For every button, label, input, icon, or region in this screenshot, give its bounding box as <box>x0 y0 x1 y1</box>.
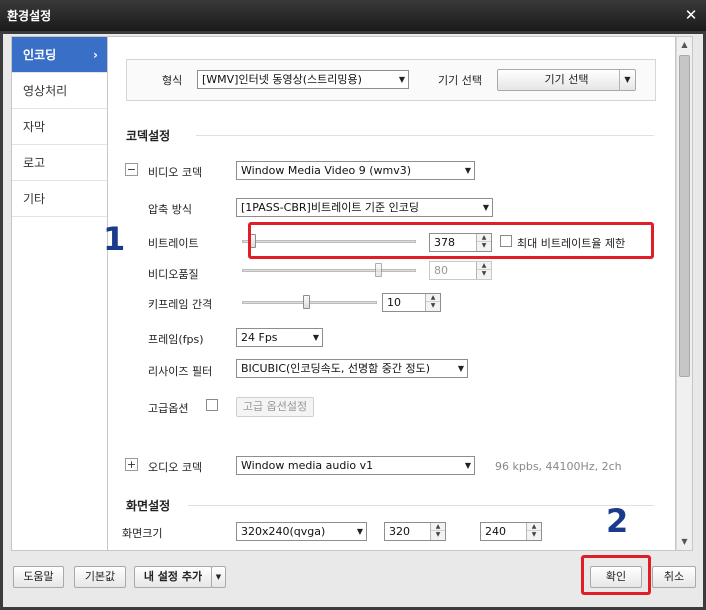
add-my-setting-button[interactable]: 내 설정 추가 <box>134 566 212 588</box>
divider <box>188 505 654 506</box>
divider <box>196 135 654 136</box>
compression-label: 압축 방식 <box>148 203 192 216</box>
help-button[interactable]: 도움말 <box>13 566 64 588</box>
video-codec-select[interactable]: Window Media Video 9 (wmv3) ▼ <box>236 161 475 180</box>
bitrate-label: 비트레이트 <box>148 237 199 250</box>
framerate-select[interactable]: 24 Fps ▼ <box>236 328 323 347</box>
sidebar-item-label: 기타 <box>23 192 46 206</box>
default-button[interactable]: 기본값 <box>74 566 126 588</box>
sidebar-item-label: 영상처리 <box>23 84 68 98</box>
screen-height-value: 240 <box>485 525 506 538</box>
video-codec-value: Window Media Video 9 (wmv3) <box>241 164 412 177</box>
advanced-options-button[interactable]: 고급 옵션설정 <box>236 397 314 417</box>
spin-up-icon[interactable]: ▲ <box>426 294 440 302</box>
audio-codec-label: 오디오 코덱 <box>148 461 203 474</box>
sidebar-item-label: 로고 <box>23 156 46 170</box>
audio-codec-value: Window media audio v1 <box>241 459 374 472</box>
screen-height-spinner[interactable]: 240 ▲ ▼ <box>480 522 542 541</box>
format-value: [WMV]인터넷 동영상(스트리밍용) <box>202 73 362 86</box>
chevron-down-icon: ▼ <box>464 461 471 470</box>
spin-down-icon[interactable]: ▼ <box>431 531 445 539</box>
sidebar-item-label: 자막 <box>23 120 46 134</box>
sidebar-item-subtitles[interactable]: 자막 <box>12 109 107 145</box>
advanced-options-checkbox[interactable] <box>206 399 218 411</box>
device-select-button[interactable]: 기기 선택 <box>497 69 636 91</box>
screen-size-value: 320x240(qvga) <box>241 525 326 538</box>
resize-filter-label: 리사이즈 필터 <box>148 365 213 378</box>
chevron-down-icon: ▼ <box>312 333 319 342</box>
title-bar: 환경설정 ✕ <box>0 0 706 31</box>
compression-select[interactable]: [1PASS-CBR]비트레이트 기준 인코딩 ▼ <box>236 198 493 217</box>
chevron-down-icon: ▼ <box>464 166 471 175</box>
chevron-down-icon: ▼ <box>457 364 464 373</box>
scroll-up-icon[interactable]: ▲ <box>677 37 692 53</box>
add-my-setting-label: 내 설정 추가 <box>143 570 203 583</box>
screen-width-value: 320 <box>389 525 410 538</box>
audio-codec-select[interactable]: Window media audio v1 ▼ <box>236 456 475 475</box>
keyframe-label: 키프레임 간격 <box>148 298 213 311</box>
device-button-label: 기기 선택 <box>544 73 589 86</box>
chevron-down-icon[interactable]: ▼ <box>211 566 226 588</box>
chevron-right-icon: › <box>93 48 98 62</box>
quality-value: 80 <box>434 264 448 277</box>
sidebar-item-etc[interactable]: 기타 <box>12 181 107 217</box>
keyframe-slider-thumb[interactable] <box>303 295 310 309</box>
help-button-label: 도움말 <box>23 570 54 583</box>
advanced-options-label: 고급옵션 <box>148 402 189 415</box>
screen-section-title: 화면설정 <box>126 499 171 513</box>
resize-filter-value: BICUBIC(인코딩속도, 선명함 중간 정도) <box>241 362 431 375</box>
bitrate-highlight-box <box>248 222 654 259</box>
video-codec-label: 비디오 코덱 <box>148 166 203 179</box>
chevron-down-icon[interactable]: ▼ <box>619 70 635 90</box>
sidebar-item-encoding[interactable]: 인코딩 › <box>12 37 107 73</box>
close-icon[interactable]: ✕ <box>680 4 702 26</box>
framerate-value: 24 Fps <box>241 331 278 344</box>
annotation-number-2: 2 <box>606 502 629 540</box>
spin-down-icon[interactable]: ▼ <box>477 270 491 278</box>
sidebar-item-logo[interactable]: 로고 <box>12 145 107 181</box>
sidebar-item-label: 인코딩 <box>23 48 57 62</box>
sidebar: 인코딩 › 영상처리 자막 로고 기타 <box>11 36 108 551</box>
resize-filter-select[interactable]: BICUBIC(인코딩속도, 선명함 중간 정도) ▼ <box>236 359 468 378</box>
device-label: 기기 선택 <box>438 74 482 87</box>
spin-up-icon[interactable]: ▲ <box>527 523 541 531</box>
screen-width-spinner[interactable]: 320 ▲ ▼ <box>384 522 446 541</box>
default-button-label: 기본값 <box>84 570 116 583</box>
format-label: 형식 <box>162 74 183 87</box>
settings-panel: 형식 [WMV]인터넷 동영상(스트리밍용) ▼ 기기 선택 기기 선택 ▼ 코… <box>108 36 676 551</box>
quality-slider-thumb[interactable] <box>375 263 382 277</box>
advanced-options-button-label: 고급 옵션설정 <box>242 400 308 413</box>
cancel-button-label: 취소 <box>663 570 685 583</box>
compression-value: [1PASS-CBR]비트레이트 기준 인코딩 <box>241 201 420 214</box>
spin-down-icon[interactable]: ▼ <box>527 531 541 539</box>
collapse-video-codec-toggle[interactable]: − <box>125 163 138 176</box>
scrollbar[interactable]: ▲ ▼ <box>676 36 693 551</box>
sidebar-item-video-processing[interactable]: 영상처리 <box>12 73 107 109</box>
cancel-button[interactable]: 취소 <box>652 566 696 588</box>
spin-up-icon[interactable]: ▲ <box>477 262 491 270</box>
screen-size-select[interactable]: 320x240(qvga) ▼ <box>236 522 367 541</box>
codec-section-title: 코덱설정 <box>126 129 171 143</box>
chevron-down-icon: ▼ <box>398 75 405 84</box>
format-select[interactable]: [WMV]인터넷 동영상(스트리밍용) ▼ <box>197 70 409 89</box>
audio-info: 96 kpbs, 44100Hz, 2ch <box>495 460 622 473</box>
annotation-number-1: 1 <box>103 220 126 258</box>
spin-down-icon[interactable]: ▼ <box>426 302 440 310</box>
window-title: 환경설정 <box>7 9 52 23</box>
quality-spinner[interactable]: 80 ▲ ▼ <box>429 261 492 280</box>
scroll-down-icon[interactable]: ▼ <box>677 534 692 550</box>
format-box: 형식 [WMV]인터넷 동영상(스트리밍용) ▼ 기기 선택 기기 선택 ▼ <box>126 59 656 101</box>
expand-audio-codec-toggle[interactable]: + <box>125 458 138 471</box>
scroll-thumb[interactable] <box>679 55 690 377</box>
video-quality-label: 비디오품질 <box>148 268 199 281</box>
quality-slider-track <box>242 269 416 272</box>
ok-highlight-box <box>581 555 651 595</box>
chevron-down-icon: ▼ <box>482 203 489 212</box>
screen-size-label: 화면크기 <box>122 527 163 540</box>
keyframe-value: 10 <box>387 296 401 309</box>
chevron-down-icon: ▼ <box>356 527 363 536</box>
keyframe-spinner[interactable]: 10 ▲ ▼ <box>382 293 441 312</box>
framerate-label: 프레임(fps) <box>148 333 204 346</box>
spin-up-icon[interactable]: ▲ <box>431 523 445 531</box>
